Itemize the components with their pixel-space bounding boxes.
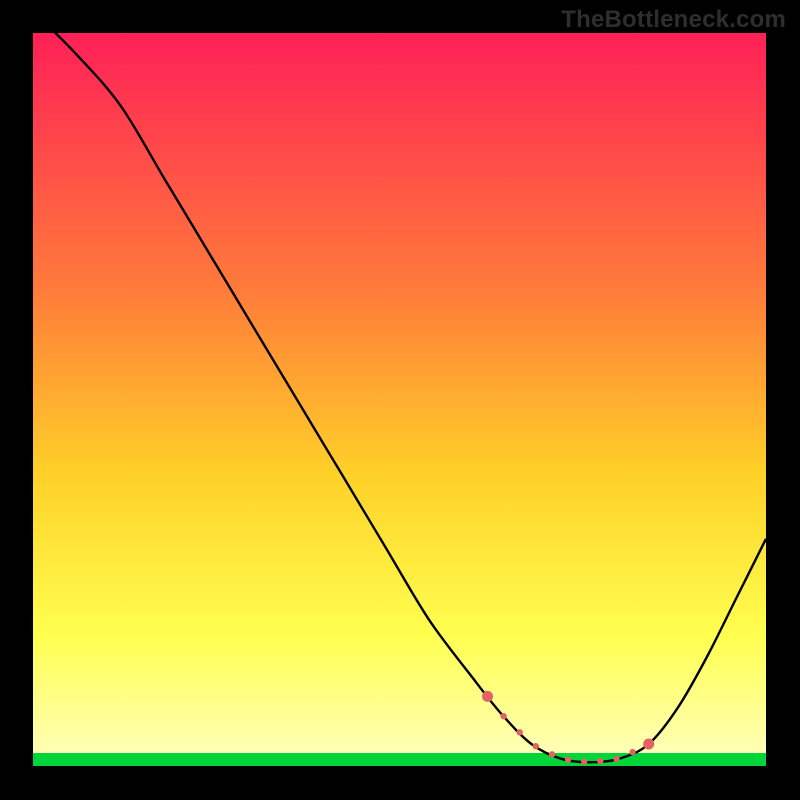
chart-frame: TheBottleneck.com [0,0,800,800]
optimal-marker-dot [500,713,506,719]
optimal-marker-dot [613,756,619,762]
baseline-band [33,753,766,766]
plot-area [33,33,766,766]
optimal-marker-dot [482,691,493,702]
heat-gradient-chart [33,33,766,766]
watermark-text: TheBottleneck.com [561,6,786,34]
optimal-marker-dot [565,756,571,762]
optimal-marker-dot [629,749,635,755]
optimal-marker-dot [533,743,539,749]
optimal-marker-dot [549,751,555,757]
optimal-marker-dot [517,729,523,735]
optimal-marker-dot [643,739,654,750]
optimal-marker-dot [581,758,587,764]
optimal-marker-dot [597,758,603,764]
